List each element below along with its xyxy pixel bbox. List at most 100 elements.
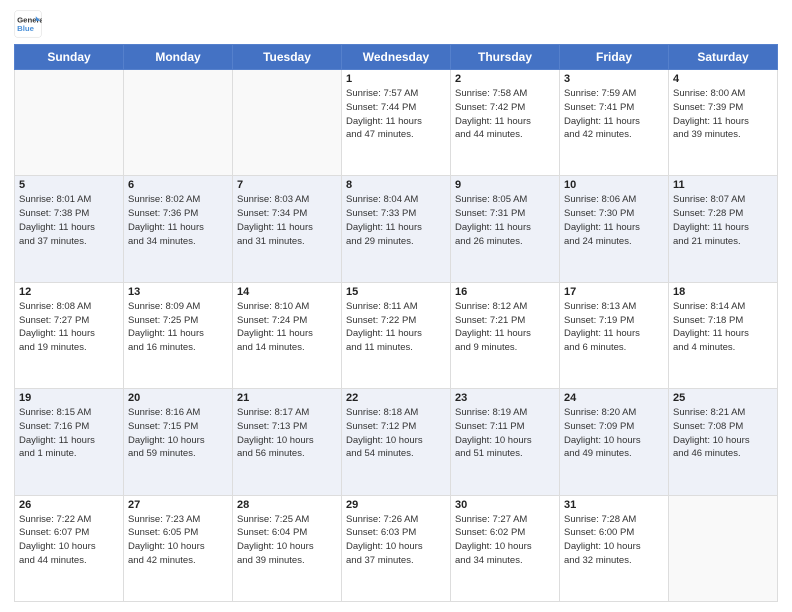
calendar-day-cell: 10 Sunrise: 8:06 AMSunset: 7:30 PMDayligh… — [560, 176, 669, 282]
calendar-table: SundayMondayTuesdayWednesdayThursdayFrid… — [14, 44, 778, 602]
day-number: 1 — [346, 73, 446, 85]
calendar-day-cell: 3 Sunrise: 7:59 AMSunset: 7:41 PMDaylight… — [560, 70, 669, 176]
calendar-day-cell: 4 Sunrise: 8:00 AMSunset: 7:39 PMDaylight… — [669, 70, 778, 176]
day-info: Sunrise: 8:04 AMSunset: 7:33 PMDaylight:… — [346, 193, 446, 248]
day-info: Sunrise: 8:13 AMSunset: 7:19 PMDaylight:… — [564, 300, 664, 355]
day-number: 16 — [455, 286, 555, 298]
calendar-day-cell: 13 Sunrise: 8:09 AMSunset: 7:25 PMDayligh… — [124, 282, 233, 388]
day-info: Sunrise: 7:25 AMSunset: 6:04 PMDaylight:… — [237, 513, 337, 568]
svg-text:Blue: Blue — [17, 24, 35, 33]
day-number: 19 — [19, 392, 119, 404]
calendar-day-cell: 18 Sunrise: 8:14 AMSunset: 7:18 PMDayligh… — [669, 282, 778, 388]
col-header-tuesday: Tuesday — [233, 45, 342, 70]
day-number: 12 — [19, 286, 119, 298]
calendar-empty-cell — [233, 70, 342, 176]
calendar-day-cell: 26 Sunrise: 7:22 AMSunset: 6:07 PMDayligh… — [15, 495, 124, 601]
day-info: Sunrise: 7:22 AMSunset: 6:07 PMDaylight:… — [19, 513, 119, 568]
day-info: Sunrise: 8:08 AMSunset: 7:27 PMDaylight:… — [19, 300, 119, 355]
day-info: Sunrise: 8:02 AMSunset: 7:36 PMDaylight:… — [128, 193, 228, 248]
day-number: 10 — [564, 179, 664, 191]
calendar-day-cell: 8 Sunrise: 8:04 AMSunset: 7:33 PMDaylight… — [342, 176, 451, 282]
calendar-day-cell: 21Sunrise: 8:17 AMSunset: 7:13 PMDayligh… — [233, 389, 342, 495]
generalblue-logo-icon: General Blue — [14, 10, 42, 38]
day-number: 7 — [237, 179, 337, 191]
day-info: Sunrise: 8:07 AMSunset: 7:28 PMDaylight:… — [673, 193, 773, 248]
col-header-thursday: Thursday — [451, 45, 560, 70]
day-info: Sunrise: 8:00 AMSunset: 7:39 PMDaylight:… — [673, 87, 773, 142]
day-number: 22 — [346, 392, 446, 404]
calendar-day-cell: 15 Sunrise: 8:11 AMSunset: 7:22 PMDayligh… — [342, 282, 451, 388]
calendar-day-cell: 5Sunrise: 8:01 AMSunset: 7:38 PMDaylight… — [15, 176, 124, 282]
calendar-day-cell: 20Sunrise: 8:16 AMSunset: 7:15 PMDayligh… — [124, 389, 233, 495]
day-info: Sunrise: 8:09 AMSunset: 7:25 PMDaylight:… — [128, 300, 228, 355]
day-info: Sunrise: 8:14 AMSunset: 7:18 PMDaylight:… — [673, 300, 773, 355]
day-info: Sunrise: 8:21 AMSunset: 7:08 PMDaylight:… — [673, 406, 773, 461]
day-number: 24 — [564, 392, 664, 404]
day-info: Sunrise: 8:18 AMSunset: 7:12 PMDaylight:… — [346, 406, 446, 461]
day-info: Sunrise: 8:11 AMSunset: 7:22 PMDaylight:… — [346, 300, 446, 355]
calendar-day-cell: 31 Sunrise: 7:28 AMSunset: 6:00 PMDayligh… — [560, 495, 669, 601]
day-number: 18 — [673, 286, 773, 298]
day-info: Sunrise: 7:23 AMSunset: 6:05 PMDaylight:… — [128, 513, 228, 568]
calendar-day-cell: 16 Sunrise: 8:12 AMSunset: 7:21 PMDayligh… — [451, 282, 560, 388]
day-number: 21 — [237, 392, 337, 404]
col-header-monday: Monday — [124, 45, 233, 70]
calendar-empty-cell — [669, 495, 778, 601]
day-number: 9 — [455, 179, 555, 191]
calendar-day-cell: 23Sunrise: 8:19 AMSunset: 7:11 PMDayligh… — [451, 389, 560, 495]
calendar-week-row: 26 Sunrise: 7:22 AMSunset: 6:07 PMDayligh… — [15, 495, 778, 601]
calendar-day-cell: 11Sunrise: 8:07 AMSunset: 7:28 PMDayligh… — [669, 176, 778, 282]
day-number: 27 — [128, 499, 228, 511]
calendar-day-cell: 25 Sunrise: 8:21 AMSunset: 7:08 PMDayligh… — [669, 389, 778, 495]
day-number: 30 — [455, 499, 555, 511]
calendar-day-cell: 7 Sunrise: 8:03 AMSunset: 7:34 PMDaylight… — [233, 176, 342, 282]
calendar-week-row: 12 Sunrise: 8:08 AMSunset: 7:27 PMDayligh… — [15, 282, 778, 388]
day-info: Sunrise: 7:58 AMSunset: 7:42 PMDaylight:… — [455, 87, 555, 142]
day-number: 15 — [346, 286, 446, 298]
calendar-header-row: SundayMondayTuesdayWednesdayThursdayFrid… — [15, 45, 778, 70]
col-header-saturday: Saturday — [669, 45, 778, 70]
day-number: 26 — [19, 499, 119, 511]
day-number: 31 — [564, 499, 664, 511]
col-header-friday: Friday — [560, 45, 669, 70]
day-number: 13 — [128, 286, 228, 298]
day-number: 14 — [237, 286, 337, 298]
logo: General Blue — [14, 10, 42, 38]
day-number: 29 — [346, 499, 446, 511]
page: General Blue SundayMondayTuesdayWednesda… — [0, 0, 792, 612]
day-info: Sunrise: 7:59 AMSunset: 7:41 PMDaylight:… — [564, 87, 664, 142]
day-info: Sunrise: 7:28 AMSunset: 6:00 PMDaylight:… — [564, 513, 664, 568]
day-info: Sunrise: 7:57 AMSunset: 7:44 PMDaylight:… — [346, 87, 446, 142]
day-info: Sunrise: 8:16 AMSunset: 7:15 PMDaylight:… — [128, 406, 228, 461]
calendar-day-cell: 1 Sunrise: 7:57 AMSunset: 7:44 PMDaylight… — [342, 70, 451, 176]
calendar-day-cell: 6 Sunrise: 8:02 AMSunset: 7:36 PMDaylight… — [124, 176, 233, 282]
day-info: Sunrise: 8:03 AMSunset: 7:34 PMDaylight:… — [237, 193, 337, 248]
calendar-day-cell: 28 Sunrise: 7:25 AMSunset: 6:04 PMDayligh… — [233, 495, 342, 601]
day-number: 3 — [564, 73, 664, 85]
day-number: 5 — [19, 179, 119, 191]
day-info: Sunrise: 8:05 AMSunset: 7:31 PMDaylight:… — [455, 193, 555, 248]
day-number: 23 — [455, 392, 555, 404]
day-info: Sunrise: 8:12 AMSunset: 7:21 PMDaylight:… — [455, 300, 555, 355]
header: General Blue — [14, 10, 778, 38]
calendar-day-cell: 2 Sunrise: 7:58 AMSunset: 7:42 PMDaylight… — [451, 70, 560, 176]
calendar-day-cell: 22 Sunrise: 8:18 AMSunset: 7:12 PMDayligh… — [342, 389, 451, 495]
calendar-day-cell: 24Sunrise: 8:20 AMSunset: 7:09 PMDayligh… — [560, 389, 669, 495]
day-info: Sunrise: 8:10 AMSunset: 7:24 PMDaylight:… — [237, 300, 337, 355]
day-number: 4 — [673, 73, 773, 85]
day-number: 8 — [346, 179, 446, 191]
calendar-week-row: 5Sunrise: 8:01 AMSunset: 7:38 PMDaylight… — [15, 176, 778, 282]
day-info: Sunrise: 8:06 AMSunset: 7:30 PMDaylight:… — [564, 193, 664, 248]
day-number: 28 — [237, 499, 337, 511]
calendar-day-cell: 27 Sunrise: 7:23 AMSunset: 6:05 PMDayligh… — [124, 495, 233, 601]
day-number: 2 — [455, 73, 555, 85]
day-number: 25 — [673, 392, 773, 404]
calendar-week-row: 19Sunrise: 8:15 AMSunset: 7:16 PMDayligh… — [15, 389, 778, 495]
col-header-sunday: Sunday — [15, 45, 124, 70]
day-info: Sunrise: 7:26 AMSunset: 6:03 PMDaylight:… — [346, 513, 446, 568]
calendar-day-cell: 19Sunrise: 8:15 AMSunset: 7:16 PMDayligh… — [15, 389, 124, 495]
calendar-day-cell: 14 Sunrise: 8:10 AMSunset: 7:24 PMDayligh… — [233, 282, 342, 388]
calendar-day-cell: 9 Sunrise: 8:05 AMSunset: 7:31 PMDaylight… — [451, 176, 560, 282]
day-number: 6 — [128, 179, 228, 191]
day-info: Sunrise: 7:27 AMSunset: 6:02 PMDaylight:… — [455, 513, 555, 568]
